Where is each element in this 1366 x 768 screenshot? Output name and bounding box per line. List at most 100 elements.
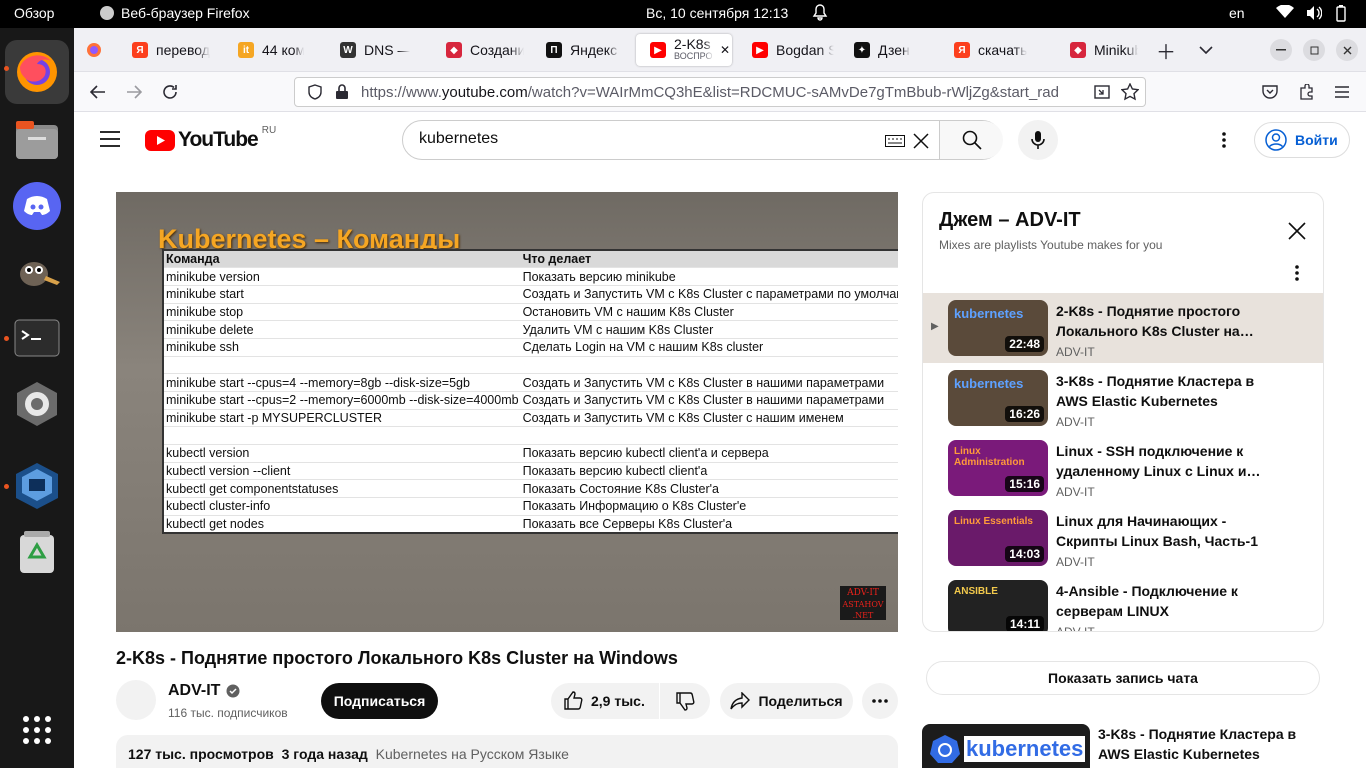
tab-title: скачать [978, 42, 1028, 58]
search-button[interactable] [939, 121, 1003, 159]
playlist-item[interactable]: ▶ kubernetes 22:48 2-K8s - Поднятие простог… [923, 293, 1323, 363]
playlist-item[interactable]: ANSIBLE 14:11 4-Ansible - Подключение к се… [923, 573, 1323, 632]
firefox-view-icon[interactable] [84, 40, 104, 60]
settings-more-icon[interactable] [1214, 130, 1234, 150]
browser-tab[interactable]: Яперевод [118, 34, 226, 66]
browser-tab[interactable]: ▶ 2-K8s ВОСПРО ✕ [636, 34, 732, 66]
url-bar[interactable]: https://www.youtube.com/watch?v=WAIrMmCQ… [294, 77, 1146, 107]
command-cell: minikube delete [163, 320, 521, 339]
description-cell [520, 426, 898, 446]
bookmark-star-icon[interactable] [1120, 82, 1140, 102]
trash-icon [20, 531, 54, 573]
back-button[interactable] [88, 82, 108, 102]
browser-tab[interactable]: ◆ Создани [432, 34, 524, 66]
keyboard-icon[interactable] [885, 133, 905, 149]
mix-playlist-panel: Джем – ADV-IT Mixes are playlists Youtub… [922, 192, 1324, 632]
wifi-icon[interactable] [1276, 4, 1294, 22]
pocket-icon[interactable] [1260, 82, 1280, 102]
reader-view-icon[interactable] [1092, 82, 1112, 102]
dbeaver-icon [17, 382, 57, 426]
tab-list-button[interactable] [1196, 40, 1216, 60]
like-button[interactable]: 2,9 тыс. [551, 683, 659, 719]
maximize-button[interactable] [1303, 39, 1325, 61]
dislike-button[interactable] [660, 683, 710, 719]
playlist-menu-icon[interactable] [1287, 263, 1307, 283]
description-cell: Создать и Запустить VM с K8s Cluster в н… [520, 373, 898, 392]
browser-tab[interactable]: ✦ Дзен [840, 34, 938, 66]
more-actions-button[interactable] [862, 683, 898, 719]
minimize-button[interactable] [1270, 39, 1292, 61]
show-chat-replay-button[interactable]: Показать запись чата [926, 661, 1320, 695]
dock-terminal[interactable] [5, 306, 69, 370]
clear-search-icon[interactable] [911, 131, 931, 151]
commands-table: Команда Что делает minikube version Показа… [162, 249, 898, 534]
dock-discord[interactable] [5, 174, 69, 238]
next-video-thumbnail[interactable]: kubernetes [922, 724, 1090, 768]
clock[interactable]: Вс, 10 сентября 12:13 [646, 5, 788, 21]
dock-trash[interactable] [5, 520, 69, 584]
lock-icon[interactable] [335, 84, 349, 100]
reload-button[interactable] [160, 82, 180, 102]
playlist-item-thumbnail: Linux Administration 15:16 [948, 440, 1048, 496]
volume-icon[interactable] [1306, 5, 1323, 24]
dock-virtualbox[interactable] [5, 454, 69, 518]
video-duration: 22:48 [1005, 336, 1044, 352]
dock-files[interactable] [5, 108, 69, 172]
shield-icon[interactable] [307, 84, 323, 100]
channel-name[interactable]: ADV-IT [168, 682, 240, 700]
playlist-item-channel: ADV-IT [1056, 625, 1095, 632]
next-video-title[interactable]: 3-K8s - Поднятие Кластера в AWS Elastic … [1098, 724, 1308, 768]
playlist-item[interactable]: Linux Administration 15:16 Linux - SSH под… [923, 433, 1323, 503]
voice-search-button[interactable] [1018, 120, 1058, 160]
dock-firefox[interactable] [5, 40, 69, 104]
browser-tab[interactable]: Яскачать [940, 34, 1040, 66]
browser-tab[interactable]: П Яндекс Г [532, 34, 620, 66]
table-row: kubectl version Показать версию kubectl c… [163, 444, 898, 463]
thumbnail-label: kubernetes [954, 306, 1024, 321]
playlist-item[interactable]: kubernetes 16:26 3-K8s - Поднятие Кластера… [923, 363, 1323, 433]
description-cell: Создать и Запустить VM с K8s Cluster в н… [520, 391, 898, 410]
sign-in-button[interactable]: Войти [1254, 122, 1350, 158]
tab-title: Bogdan S [776, 42, 834, 58]
browser-tab[interactable]: W DNS — В [326, 34, 410, 66]
forward-button[interactable] [124, 82, 144, 102]
active-app-name[interactable]: Веб-браузер Firefox [121, 5, 250, 21]
extensions-icon[interactable] [1296, 82, 1316, 102]
subscribe-button[interactable]: Подписаться [321, 683, 438, 719]
adv-it-watermark: ADV-IT ASTAHOV .NET [840, 586, 886, 620]
close-playlist-button[interactable] [1285, 219, 1309, 243]
share-button[interactable]: Поделиться [720, 683, 853, 719]
youtube-logo[interactable]: YouTube RU [145, 125, 276, 152]
video-player[interactable]: Kubernetes – Команды Команда Что делает m… [116, 192, 898, 632]
dock-gimp[interactable] [5, 240, 69, 304]
playlist-item[interactable]: Linux Essentials 14:03 Linux для Начинающи… [923, 503, 1323, 573]
guide-menu-icon[interactable] [100, 130, 120, 148]
channel-avatar[interactable] [116, 680, 156, 720]
description-box[interactable]: 127 тыс. просмотров 3 года назад Kuberne… [116, 735, 898, 768]
browser-tab[interactable]: ▶ Bogdan S [738, 34, 834, 66]
description-cell: Показать Состояние K8s Cluster'a [520, 479, 898, 499]
command-cell [163, 426, 521, 446]
battery-icon[interactable] [1336, 5, 1346, 25]
keyboard-layout[interactable]: en [1229, 5, 1245, 21]
browser-tab[interactable]: it 44 коман [224, 34, 304, 66]
dock [0, 28, 74, 768]
show-apps-button[interactable] [5, 698, 69, 762]
close-tab-icon[interactable]: ✕ [720, 43, 730, 57]
browser-tab[interactable]: ◆ Minikube [1056, 34, 1138, 66]
close-window-button[interactable] [1336, 39, 1358, 61]
dock-dbeaver[interactable] [5, 372, 69, 436]
table-row [163, 356, 898, 375]
new-tab-button[interactable]: ＋ [1156, 40, 1176, 64]
table-row: kubectl version --client Показать версию … [163, 462, 898, 481]
command-cell: minikube stop [163, 303, 521, 322]
menu-icon[interactable] [1332, 82, 1352, 102]
thumbnail-label: ANSIBLE [954, 586, 998, 597]
table-row: minikube start Создать и Запустить VM с K… [163, 285, 898, 304]
activities-button[interactable]: Обзор [14, 5, 54, 21]
search-input[interactable] [419, 130, 859, 148]
table-row: minikube version Показать версию minikube [163, 267, 898, 286]
bell-icon[interactable] [812, 3, 828, 24]
command-cell: kubectl get nodes [163, 515, 521, 534]
tab-favicon-icon: it [238, 42, 254, 58]
